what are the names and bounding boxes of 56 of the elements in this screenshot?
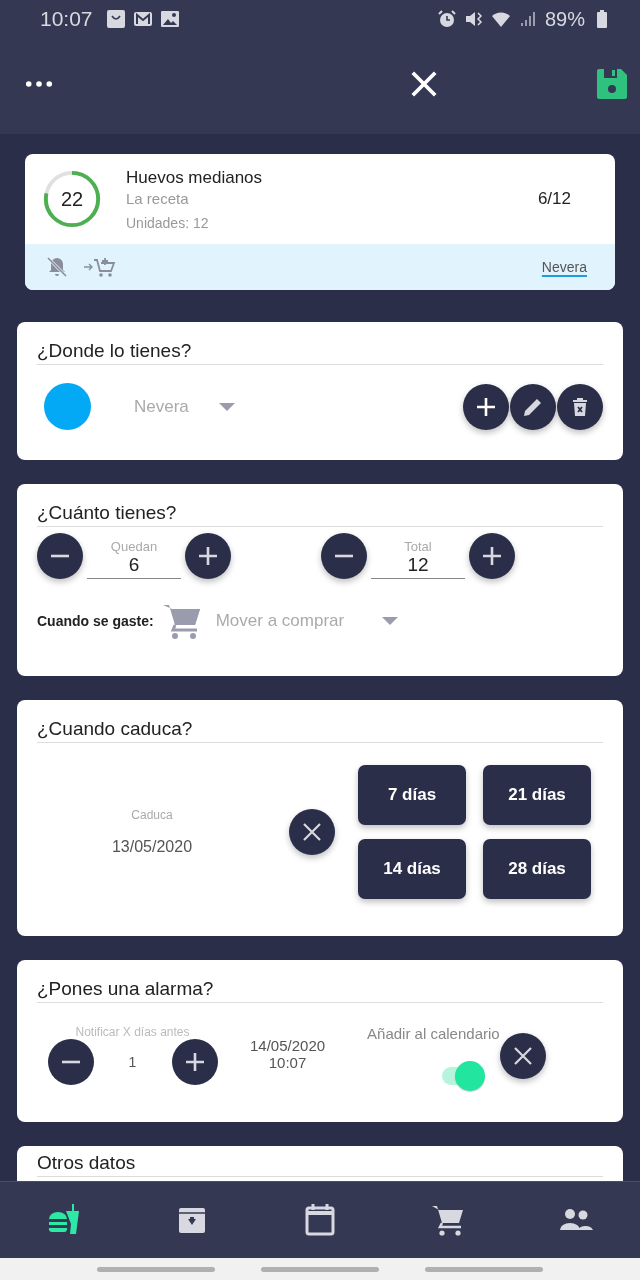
number-field[interactable]: Quedan 6 xyxy=(87,539,181,579)
add-button[interactable] xyxy=(463,383,509,430)
plus-icon xyxy=(480,544,504,568)
shopping-bag-icon xyxy=(105,9,126,29)
mail-icon xyxy=(132,9,153,29)
decrement-button[interactable] xyxy=(321,533,367,579)
quantity-ratio: 6/12 xyxy=(537,189,571,209)
when-spent-label: Cuando se gaste: xyxy=(37,613,154,629)
section-title: ¿Cuando caduca? xyxy=(37,718,603,743)
alarm-time: 10:07 xyxy=(268,1054,307,1071)
plus-icon xyxy=(196,544,220,568)
more-icon[interactable] xyxy=(25,80,53,88)
days-preset-button[interactable]: 14 días xyxy=(358,839,466,899)
increment-button[interactable] xyxy=(469,533,515,579)
expiry-date-field[interactable]: Caduca 13/05/2020 xyxy=(37,808,267,856)
decrement-button[interactable] xyxy=(47,1039,94,1085)
status-time: 10:07 xyxy=(40,7,93,31)
days-count: 22 xyxy=(60,187,84,211)
section-title: ¿Cuánto tienes? xyxy=(37,502,603,527)
mute-vibrate-icon xyxy=(463,9,484,29)
location-color-dot[interactable] xyxy=(44,383,91,430)
location-link[interactable]: Nevera xyxy=(541,259,587,275)
cart-arrow-icon xyxy=(83,255,117,279)
product-subtitle: La receta xyxy=(126,189,190,207)
bell-off-icon xyxy=(45,255,69,279)
notify-days-value: 1 xyxy=(127,1054,138,1070)
minus-icon xyxy=(332,554,356,558)
increment-button[interactable] xyxy=(171,1039,218,1085)
save-icon[interactable] xyxy=(595,67,629,101)
battery-level: 89% xyxy=(544,7,585,31)
alarm-date: 14/05/2020 xyxy=(250,1037,326,1054)
days-preset-button[interactable]: 28 días xyxy=(483,839,591,899)
clear-button[interactable] xyxy=(289,809,335,855)
section-title: ¿Donde lo tienes? xyxy=(37,340,603,365)
delete-button[interactable] xyxy=(557,383,603,430)
wifi-icon xyxy=(490,9,511,29)
calendar-label: Añadir al calendario xyxy=(367,1025,500,1042)
minus-icon xyxy=(48,554,72,558)
caret-icon xyxy=(218,402,235,411)
notify-days-label: Notificar X días antes xyxy=(75,1025,190,1039)
edit-button[interactable] xyxy=(510,383,556,430)
clear-button[interactable] xyxy=(499,1033,546,1079)
section-title: Otros datos xyxy=(37,1152,603,1177)
decrement-button[interactable] xyxy=(37,533,83,579)
section-title: ¿Pones una alarma? xyxy=(37,978,603,1003)
number-field[interactable]: Total 12 xyxy=(371,539,465,579)
increment-button[interactable] xyxy=(185,533,231,579)
days-preset-button[interactable]: 21 días xyxy=(483,765,591,825)
product-units: Unidades: 12 xyxy=(126,214,210,231)
progress-ring xyxy=(41,168,103,230)
alarm-icon xyxy=(436,9,457,29)
days-preset-button[interactable]: 7 días xyxy=(358,765,466,825)
image-icon xyxy=(159,9,180,29)
product-name: Huevos medianos xyxy=(126,167,264,188)
caret-icon xyxy=(382,617,399,625)
close-icon[interactable] xyxy=(410,70,438,98)
